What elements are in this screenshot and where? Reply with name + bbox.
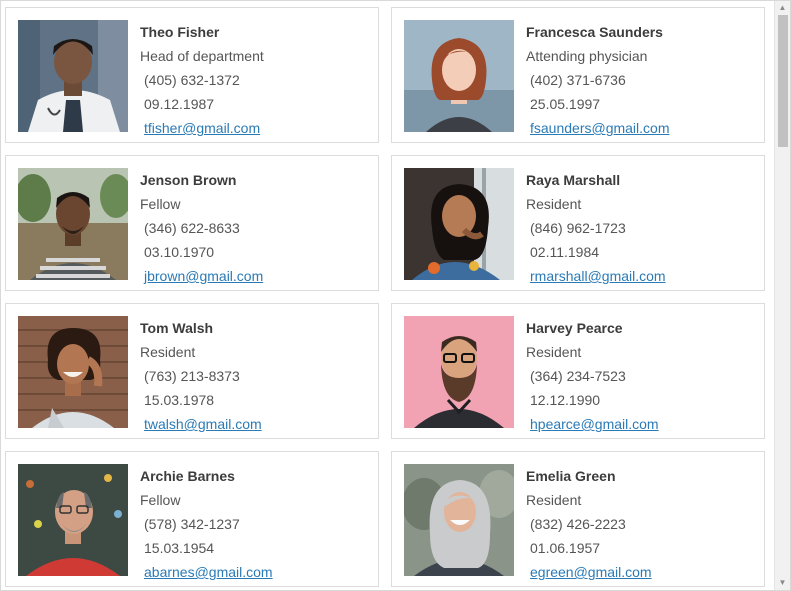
contact-role: Fellow	[140, 492, 181, 508]
contact-card: Jenson Brown Fellow (346) 622-8633 03.10…	[5, 155, 379, 291]
contact-photo	[404, 316, 514, 428]
contact-email-link[interactable]: rmarshall@gmail.com	[530, 268, 666, 284]
contact-photo	[18, 20, 128, 132]
contact-info: Archie Barnes Fellow (578) 342-1237 15.0…	[140, 464, 273, 584]
contact-role: Resident	[526, 196, 582, 212]
contact-name: Raya Marshall	[526, 172, 621, 188]
contact-phone: (364) 234-7523	[530, 368, 626, 384]
contact-card: Harvey Pearce Resident (364) 234-7523 12…	[391, 303, 765, 439]
contact-email-link[interactable]: abarnes@gmail.com	[144, 564, 273, 580]
contact-birthdate: 25.05.1997	[530, 96, 601, 112]
contact-email-link[interactable]: egreen@gmail.com	[530, 564, 652, 580]
contact-role: Attending physician	[526, 48, 648, 64]
contact-phone: (846) 962-1723	[530, 220, 626, 236]
contact-email-link[interactable]: tfisher@gmail.com	[144, 120, 260, 136]
contact-role: Resident	[526, 344, 582, 360]
contact-photo	[404, 20, 514, 132]
contact-birthdate: 03.10.1970	[144, 244, 215, 260]
contact-info: Raya Marshall Resident (846) 962-1723 02…	[526, 168, 666, 288]
contact-info: Emelia Green Resident (832) 426-2223 01.…	[526, 464, 652, 584]
contact-info: Jenson Brown Fellow (346) 622-8633 03.10…	[140, 168, 263, 288]
contact-photo	[404, 464, 514, 576]
contact-card: Archie Barnes Fellow (578) 342-1237 15.0…	[5, 451, 379, 587]
contact-email-link[interactable]: twalsh@gmail.com	[144, 416, 262, 432]
contact-role: Fellow	[140, 196, 181, 212]
contact-phone: (763) 213-8373	[144, 368, 240, 384]
vertical-scrollbar[interactable]: ▲ ▼	[774, 1, 790, 590]
contact-card: Francesca Saunders Attending physician (…	[391, 7, 765, 143]
contact-birthdate: 12.12.1990	[530, 392, 601, 408]
scroll-up-icon[interactable]: ▲	[775, 1, 790, 15]
contact-name: Archie Barnes	[140, 468, 235, 484]
contact-card: Emelia Green Resident (832) 426-2223 01.…	[391, 451, 765, 587]
contact-phone: (832) 426-2223	[530, 516, 626, 532]
contact-email-link[interactable]: hpearce@gmail.com	[530, 416, 659, 432]
contact-info: Theo Fisher Head of department (405) 632…	[140, 20, 264, 140]
contact-name: Tom Walsh	[140, 320, 214, 336]
contact-birthdate: 02.11.1984	[530, 244, 600, 260]
contacts-viewport: Theo Fisher Head of department (405) 632…	[0, 0, 791, 591]
contact-role: Head of department	[140, 48, 264, 64]
contact-birthdate: 09.12.1987	[144, 96, 215, 112]
contact-name: Theo Fisher	[140, 24, 220, 40]
contact-name: Jenson Brown	[140, 172, 237, 188]
contact-name: Emelia Green	[526, 468, 616, 484]
contact-photo	[18, 464, 128, 576]
contact-name: Francesca Saunders	[526, 24, 663, 40]
contact-phone: (578) 342-1237	[144, 516, 240, 532]
contact-phone: (402) 371-6736	[530, 72, 626, 88]
contact-phone: (346) 622-8633	[144, 220, 240, 236]
contact-role: Resident	[140, 344, 196, 360]
contact-phone: (405) 632-1372	[144, 72, 240, 88]
contact-photo	[18, 316, 128, 428]
contact-email-link[interactable]: fsaunders@gmail.com	[530, 120, 670, 136]
scroll-down-icon[interactable]: ▼	[775, 576, 790, 590]
contact-role: Resident	[526, 492, 582, 508]
contact-birthdate: 15.03.1954	[144, 540, 215, 556]
contact-card: Raya Marshall Resident (846) 962-1723 02…	[391, 155, 765, 291]
contact-info: Francesca Saunders Attending physician (…	[526, 20, 670, 140]
contact-birthdate: 15.03.1978	[144, 392, 215, 408]
contact-info: Tom Walsh Resident (763) 213-8373 15.03.…	[140, 316, 262, 436]
contact-photo	[18, 168, 128, 280]
contact-card: Theo Fisher Head of department (405) 632…	[5, 7, 379, 143]
contact-birthdate: 01.06.1957	[530, 540, 601, 556]
contact-card: Tom Walsh Resident (763) 213-8373 15.03.…	[5, 303, 379, 439]
contact-info: Harvey Pearce Resident (364) 234-7523 12…	[526, 316, 659, 436]
contact-name: Harvey Pearce	[526, 320, 623, 336]
scrollbar-thumb[interactable]	[778, 15, 788, 147]
contact-photo	[404, 168, 514, 280]
contact-email-link[interactable]: jbrown@gmail.com	[144, 268, 263, 284]
